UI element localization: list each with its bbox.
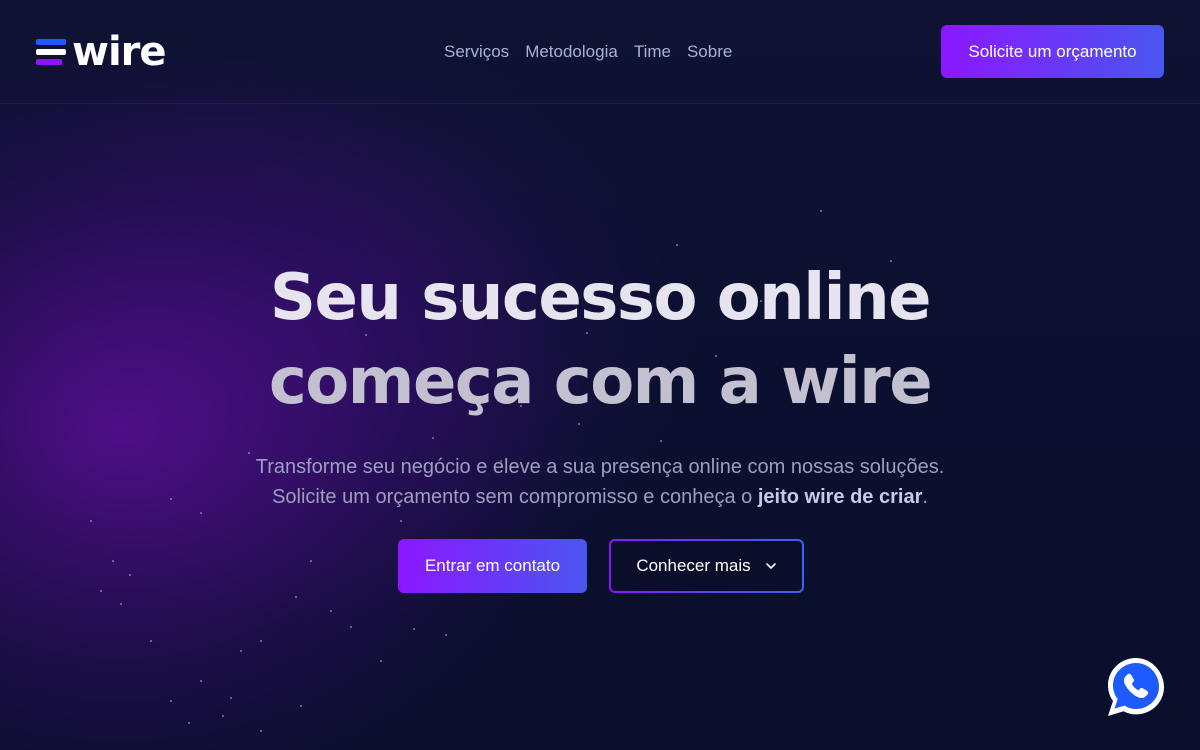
star-dot <box>150 640 152 642</box>
star-dot <box>200 680 202 682</box>
star-dot <box>129 574 131 576</box>
star-dot <box>100 590 102 592</box>
star-dot <box>676 244 678 246</box>
star-dot <box>170 700 172 702</box>
star-dot <box>120 603 122 605</box>
star-dot <box>820 210 822 212</box>
wire-logo-icon <box>36 39 66 65</box>
logo[interactable]: wire <box>36 29 167 75</box>
site-header: wire Serviços Metodologia Time Sobre Sol… <box>0 0 1200 104</box>
hero-title-line-1: Seu sucesso online <box>269 261 932 335</box>
hero-subtitle-line-2-prefix: Solicite um orçamento sem compromisso e … <box>272 486 758 508</box>
star-dot <box>295 596 297 598</box>
star-dot <box>222 715 224 717</box>
star-dot <box>350 626 352 628</box>
nav-item-time[interactable]: Time <box>634 42 671 62</box>
star-dot <box>380 660 382 662</box>
main-nav: Serviços Metodologia Time Sobre <box>444 42 732 62</box>
star-dot <box>240 650 242 652</box>
whatsapp-icon[interactable] <box>1104 654 1168 718</box>
star-dot <box>300 705 302 707</box>
star-dot <box>445 634 447 636</box>
learn-more-label: Conhecer mais <box>636 556 751 575</box>
chevron-down-icon <box>765 563 776 569</box>
star-dot <box>260 640 262 642</box>
star-dot <box>260 730 262 732</box>
learn-more-button[interactable]: Conhecer mais <box>609 539 804 593</box>
hero-title: Seu sucesso online começa com a wire <box>0 256 1200 424</box>
hero-subtitle-highlight: jeito wire de criar <box>757 486 923 508</box>
star-dot <box>413 628 415 630</box>
star-dot <box>90 520 92 522</box>
star-dot <box>310 560 312 562</box>
nav-item-sobre[interactable]: Sobre <box>687 42 732 62</box>
nav-item-servicos[interactable]: Serviços <box>444 42 509 62</box>
star-dot <box>230 697 232 699</box>
star-dot <box>112 560 114 562</box>
contact-button[interactable]: Entrar em contato <box>398 539 587 593</box>
hero-subtitle-line-2-suffix: . <box>922 486 928 508</box>
star-dot <box>330 610 332 612</box>
hero-title-line-2: começa com a wire <box>268 345 933 419</box>
logo-text: wire <box>72 29 167 75</box>
star-dot <box>432 437 434 439</box>
star-dot <box>400 520 402 522</box>
star-dot <box>660 440 662 442</box>
nav-item-metodologia[interactable]: Metodologia <box>525 42 618 62</box>
star-dot <box>200 512 202 514</box>
hero-subtitle: Transforme seu negócio e eleve a sua pre… <box>0 452 1200 512</box>
request-quote-button[interactable]: Solicite um orçamento <box>941 25 1164 78</box>
star-dot <box>188 722 190 724</box>
hero-subtitle-line-1: Transforme seu negócio e eleve a sua pre… <box>255 456 945 478</box>
